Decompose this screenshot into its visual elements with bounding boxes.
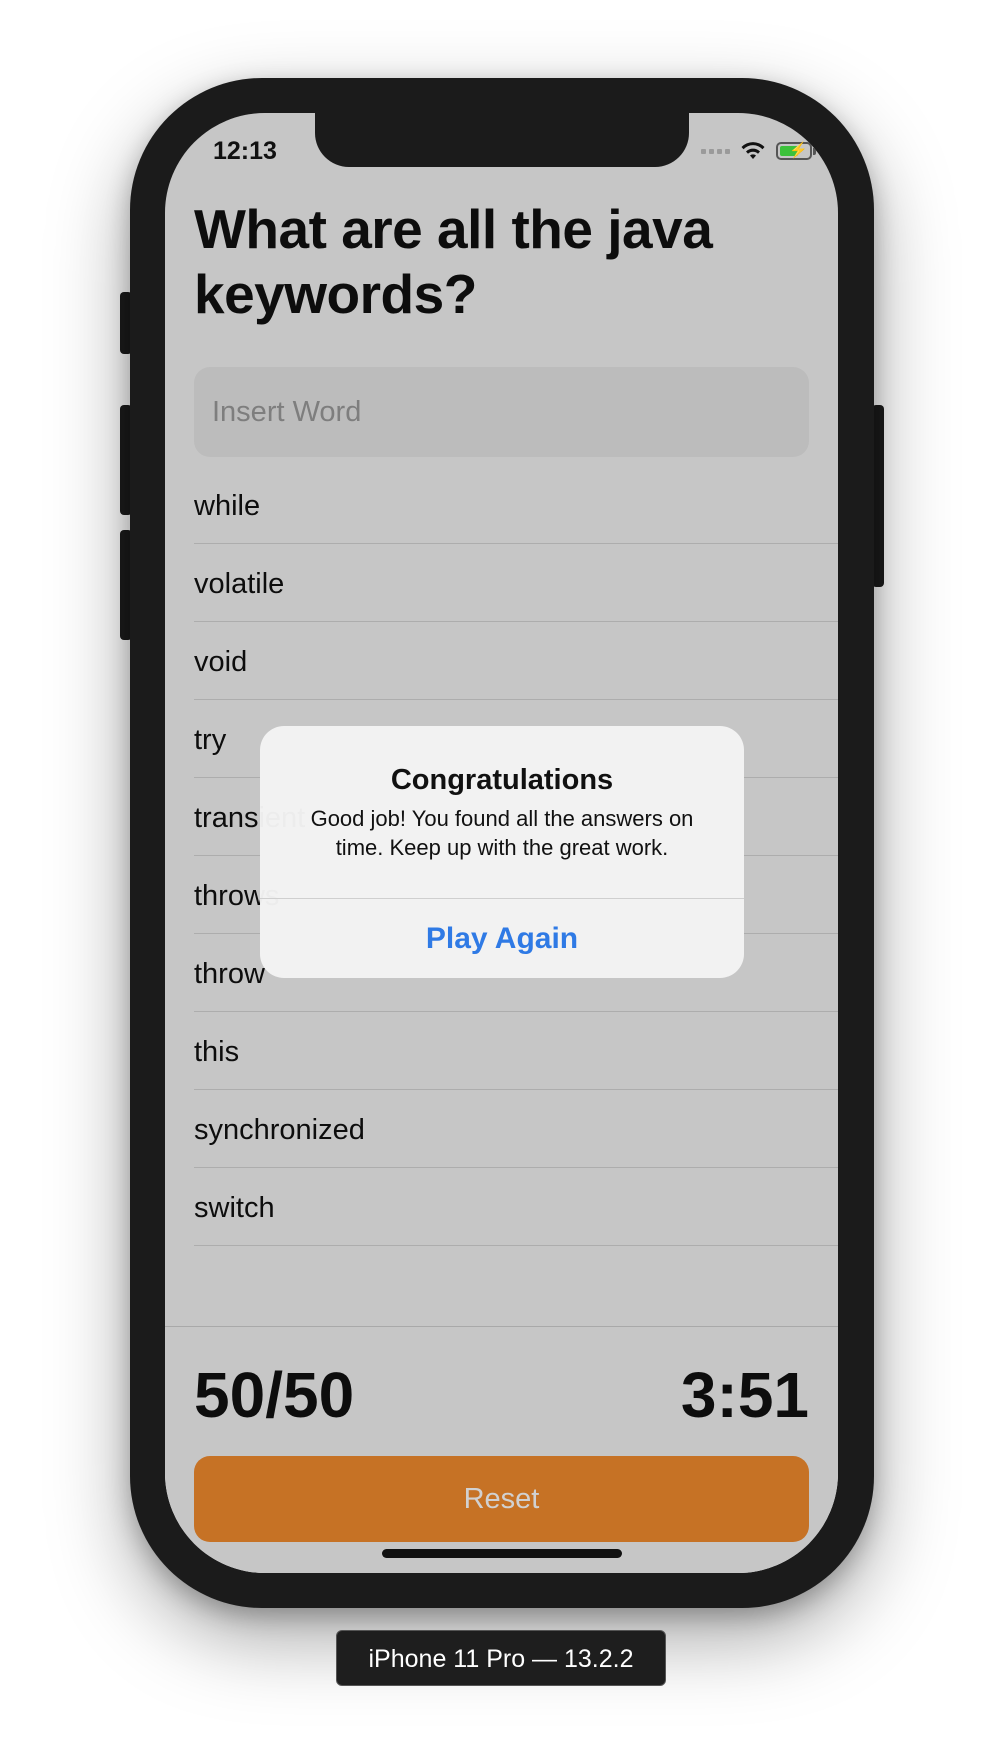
home-indicator[interactable] [382, 1549, 622, 1558]
battery-charging-icon: ⚡ [776, 142, 816, 160]
alert-message: Good job! You found all the answers on t… [310, 806, 694, 860]
simulator-stage: 12:13 ⚡ What are all the java keywords? … [0, 0, 1004, 1758]
phone-screen: 12:13 ⚡ What are all the java keywords? … [165, 113, 838, 1573]
play-again-button[interactable]: Play Again [260, 899, 744, 978]
status-time: 12:13 [213, 137, 277, 165]
wifi-icon [741, 142, 765, 159]
congratulations-alert: Congratulations Good job! You found all … [260, 726, 744, 978]
status-icons: ⚡ [701, 141, 816, 161]
notch [315, 113, 689, 167]
device-label: iPhone 11 Pro — 13.2.2 [336, 1630, 666, 1686]
alert-title: Congratulations [390, 764, 614, 796]
cellular-dots-icon [701, 148, 730, 154]
